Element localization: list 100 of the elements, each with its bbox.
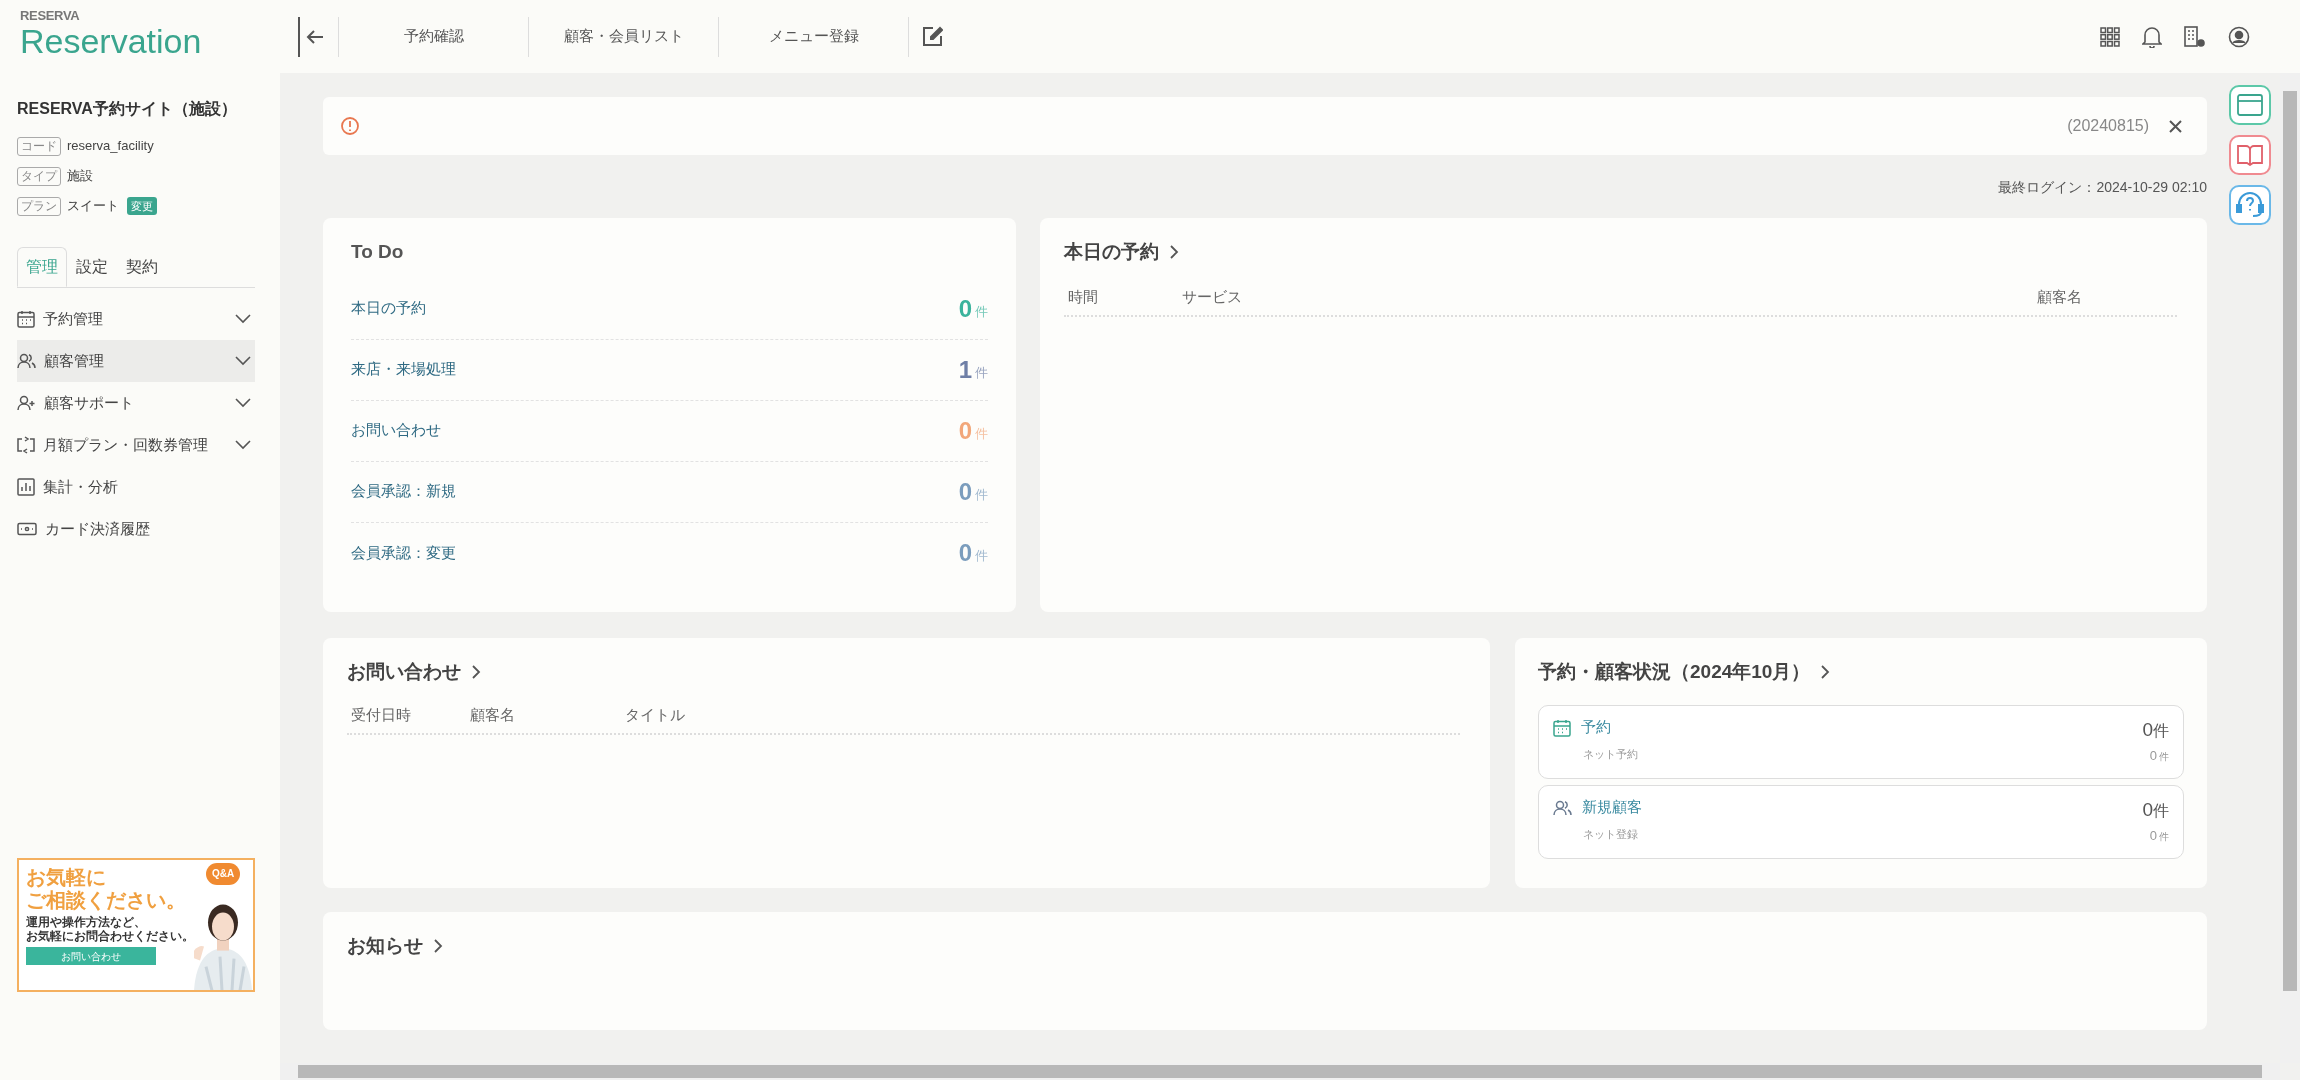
status-sub-unit: 件 <box>2159 749 2169 764</box>
card-title-link[interactable]: お問い合わせ <box>347 658 1466 687</box>
chevron-down-icon <box>235 356 251 366</box>
sidebar-menu-item[interactable]: 顧客管理 <box>17 340 255 382</box>
todo-count: 0 <box>958 540 972 566</box>
site-name: RESERVA予約サイト（施設） <box>16 99 238 119</box>
help-button[interactable] <box>2229 185 2271 225</box>
todo-unit: 件 <box>975 363 988 382</box>
chevron-right-icon <box>471 664 481 681</box>
column-header: 時間 <box>1067 287 1099 308</box>
qa-bubble: Q&A <box>206 863 240 885</box>
status-sub-count: 0 <box>2149 826 2157 845</box>
status-sub-label: ネット登録 <box>1582 826 1639 842</box>
card-title-link[interactable]: 本日の予約 <box>1064 238 2183 267</box>
todo-count: 1 <box>958 356 972 383</box>
banner-headline: お気軽に <box>26 866 107 889</box>
book-icon <box>2237 144 2263 166</box>
users-icon <box>1553 799 1572 816</box>
browser-window-button[interactable] <box>2229 85 2271 125</box>
todo-count: 0 <box>958 295 972 322</box>
warning-icon <box>340 116 360 136</box>
close-icon <box>2168 119 2182 133</box>
status-item-card[interactable]: 予約 ネット予約 0件 0件 <box>1538 704 2184 779</box>
chevron-right-icon <box>433 938 443 955</box>
card-title: To Do <box>351 240 405 264</box>
todo-unit: 件 <box>975 424 988 443</box>
status-unit: 件 <box>2153 800 2169 821</box>
info-tag: コード <box>17 136 61 156</box>
status-sub-unit: 件 <box>2159 829 2169 844</box>
calendar-icon <box>17 310 35 328</box>
todo-link[interactable]: 会員承認：変更 <box>351 541 959 565</box>
browser-window-icon <box>2237 94 2263 116</box>
card-title-link[interactable]: 予約・顧客状況（2024年10月） <box>1538 658 2184 687</box>
todo-link[interactable]: 本日の予約 <box>351 297 959 320</box>
info-tag: プラン <box>17 196 61 216</box>
repeat-icon <box>17 436 35 454</box>
menu-label: 予約管理 <box>43 308 104 329</box>
status-item-card[interactable]: 新規顧客 ネット登録 0件 0件 <box>1538 784 2184 859</box>
todo-unit: 件 <box>975 302 988 321</box>
sidebar-menu-item[interactable]: 月額プラン・回数券管理 <box>17 424 255 466</box>
sidebar-menu-item[interactable]: 予約管理 <box>17 298 255 340</box>
notification-bell-icon[interactable] <box>2142 25 2162 48</box>
nav-link[interactable]: 顧客・会員リスト <box>528 16 718 57</box>
info-value: reserva_facility <box>67 137 154 156</box>
status-label: 新規顧客 <box>1582 797 1642 818</box>
status-unit: 件 <box>2153 720 2169 741</box>
status-count: 0 <box>2142 717 2153 742</box>
sidebar-menu-item[interactable]: 集計・分析 <box>17 466 255 508</box>
column-header: 受付日時 <box>350 705 412 726</box>
headset-help-icon <box>2236 192 2264 218</box>
close-button[interactable] <box>2167 118 2183 134</box>
edit-icon <box>921 25 943 48</box>
info-value: スイート <box>67 197 119 216</box>
bar-chart-icon <box>17 478 35 496</box>
card-title-link[interactable]: お知らせ <box>347 932 2183 961</box>
column-header: 顧客名 <box>470 705 516 726</box>
menu-label: カード決済履歴 <box>45 518 151 539</box>
notice-text: (20240815) <box>2067 116 2149 136</box>
banner-text: お気軽にお問合わせください。 <box>26 929 193 943</box>
todo-count: 0 <box>958 417 972 444</box>
status-label: 予約 <box>1581 717 1611 738</box>
nav-link[interactable]: メニュー登録 <box>718 16 908 57</box>
sidebar-menu-item[interactable]: カード決済履歴 <box>17 508 255 550</box>
logo-brand: RESERVA <box>20 9 80 23</box>
nav-link[interactable]: 予約確認 <box>338 16 528 57</box>
calendar-icon <box>1553 718 1571 737</box>
chevron-right-icon <box>1169 244 1179 261</box>
manual-button[interactable] <box>2229 135 2271 175</box>
menu-label: 月額プラン・回数券管理 <box>43 434 209 455</box>
menu-label: 集計・分析 <box>43 476 119 497</box>
banner[interactable]: お気軽に ご相談ください。 運用や操作方法など、 お気軽にお問合わせください。 お問い合わせ Q&A <box>17 858 255 992</box>
banner-text: 運用や操作方法など、 <box>26 915 147 929</box>
back-arrow-icon <box>306 28 324 45</box>
todo-link[interactable]: 会員承認：新規 <box>351 480 959 503</box>
sidebar-tab[interactable]: 契約 <box>117 247 167 287</box>
chevron-down-icon <box>235 440 251 450</box>
banner-headline: ご相談ください。 <box>26 889 187 912</box>
menu-label: 顧客サポート <box>44 392 135 413</box>
scrollbar-thumb[interactable] <box>2283 91 2297 991</box>
user-account-icon[interactable] <box>2228 25 2250 48</box>
card-icon <box>17 522 37 536</box>
sidebar-menu-item[interactable]: 顧客サポート <box>17 382 255 424</box>
status-sub-label: ネット予約 <box>1582 746 1639 762</box>
column-header: 顧客名 <box>2037 287 2083 308</box>
chevron-down-icon <box>235 398 251 408</box>
scrollbar-thumb[interactable] <box>298 1065 2262 1078</box>
todo-link[interactable]: 来店・来場処理 <box>351 358 959 381</box>
info-tag: タイプ <box>17 166 61 186</box>
status-sub-count: 0 <box>2149 746 2157 765</box>
menu-label: 顧客管理 <box>44 350 105 371</box>
sidebar-tab[interactable]: 設定 <box>67 247 117 287</box>
column-header: サービス <box>1182 287 1243 308</box>
todo-link[interactable]: お問い合わせ <box>351 419 959 442</box>
users-icon <box>17 353 36 369</box>
info-value: 施設 <box>67 167 93 186</box>
status-count: 0 <box>2142 797 2153 822</box>
column-header: タイトル <box>625 705 686 726</box>
user-plus-icon <box>17 395 36 411</box>
chevron-right-icon <box>1820 664 1831 681</box>
grid-icon[interactable] <box>2100 26 2120 47</box>
